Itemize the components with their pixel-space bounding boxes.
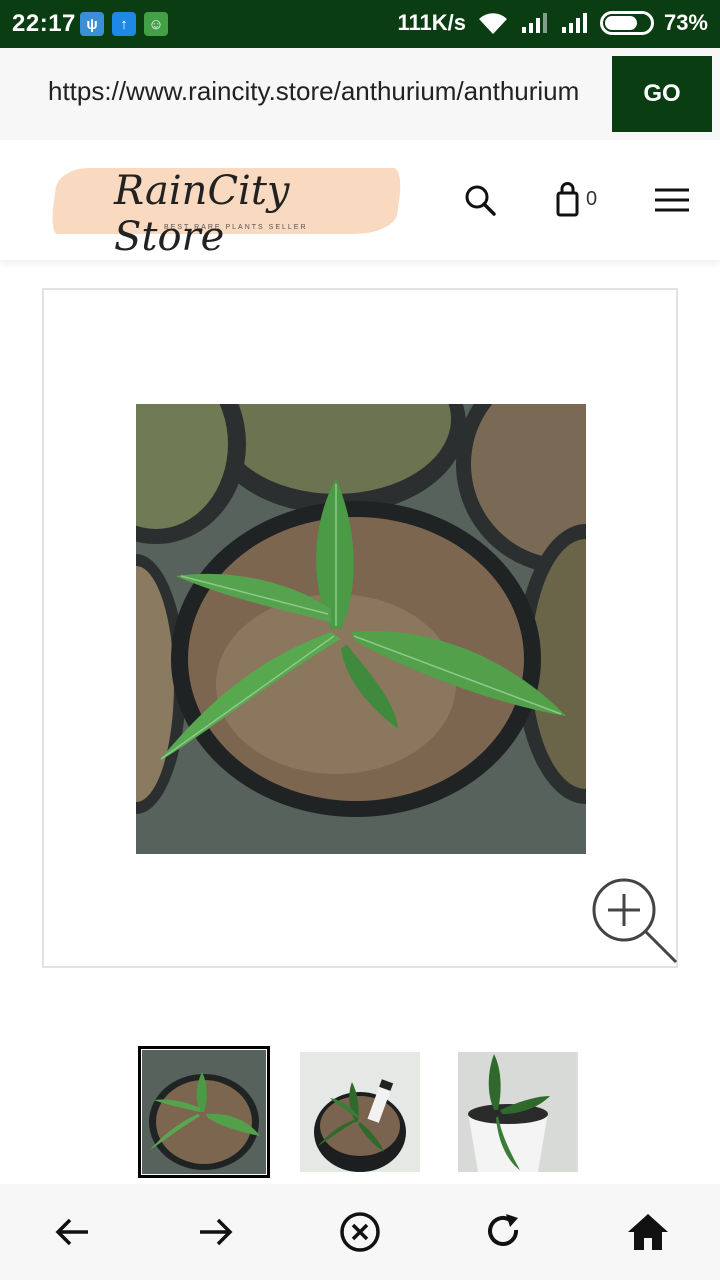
- browser-bottom-nav: [0, 1184, 720, 1280]
- android-icon: ☺: [144, 12, 168, 36]
- back-arrow-icon[interactable]: [50, 1210, 94, 1254]
- thumbnail-2[interactable]: [300, 1052, 420, 1172]
- hamburger-menu-icon[interactable]: [652, 182, 692, 218]
- forward-arrow-icon[interactable]: [194, 1210, 238, 1254]
- signal-icon: [521, 13, 547, 33]
- close-circle-icon[interactable]: [338, 1210, 382, 1254]
- status-time: 22:17: [12, 10, 76, 37]
- zoom-in-icon[interactable]: [588, 878, 680, 970]
- cart-count: 0: [586, 188, 598, 210]
- status-right: 111K/s 73%: [397, 10, 708, 36]
- wifi-icon: [478, 13, 507, 35]
- site-header: RainCity Store BEST RARE PLANTS SELLER 0: [0, 140, 720, 260]
- logo-tagline: BEST RARE PLANTS SELLER: [164, 224, 308, 231]
- battery-icon: [599, 11, 654, 35]
- url-input[interactable]: https://www.raincity.store/anthurium/ant…: [48, 76, 596, 107]
- site-logo[interactable]: RainCity Store BEST RARE PLANTS SELLER: [49, 162, 404, 260]
- shopping-bag-icon[interactable]: [550, 182, 586, 218]
- thumbnail-2-image: [300, 1052, 420, 1172]
- thumbnail-3[interactable]: [458, 1052, 578, 1172]
- usb-icon: ψ: [80, 12, 104, 36]
- upload-icon: ↑: [112, 12, 136, 36]
- thumbnail-1-image: [142, 1050, 266, 1174]
- status-bar: 22:17 ψ ↑ ☺ 111K/s 73%: [0, 0, 720, 48]
- product-main-image[interactable]: [136, 404, 586, 854]
- go-button[interactable]: GO: [612, 56, 712, 132]
- battery-fill: [604, 16, 638, 30]
- home-icon[interactable]: [626, 1210, 670, 1254]
- thumbnail-3-image: [458, 1052, 576, 1172]
- refresh-icon[interactable]: [482, 1210, 526, 1254]
- anthurium-plant-photo: [136, 404, 586, 854]
- browser-url-bar: https://www.raincity.store/anthurium/ant…: [0, 48, 720, 140]
- signal-icon-2: [561, 13, 587, 33]
- product-gallery: [42, 288, 678, 968]
- net-speed: 111K/s: [397, 10, 466, 35]
- battery-percent: 73%: [663, 10, 708, 35]
- search-icon[interactable]: [462, 182, 498, 218]
- thumbnail-1[interactable]: [138, 1046, 270, 1178]
- logo-title: RainCity Store: [114, 168, 290, 260]
